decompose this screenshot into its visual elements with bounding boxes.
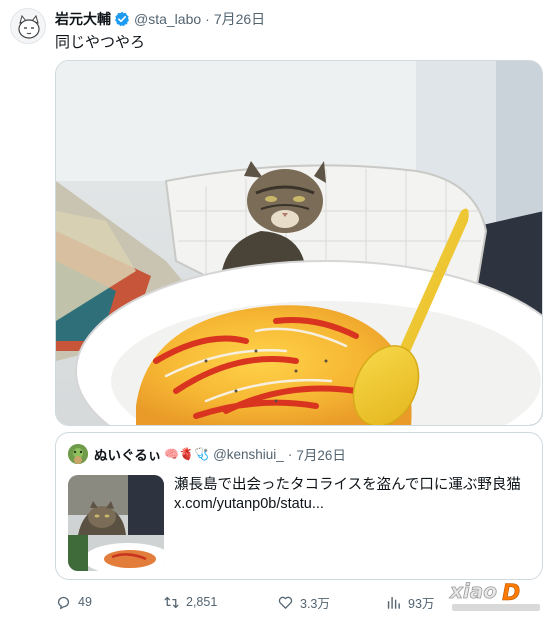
quoted-header-separator: · — [287, 446, 293, 462]
repost-count: 2,851 — [186, 595, 218, 609]
repost-button[interactable]: 2,851 — [163, 594, 217, 611]
quoted-author-emojis: 🧠🫀🩺 — [164, 447, 210, 461]
author-name[interactable]: 岩元大輔 — [55, 9, 111, 29]
quoted-author-name[interactable]: ぬいぐるぃ — [94, 444, 161, 464]
like-button[interactable]: 3.3万 — [277, 593, 330, 612]
reply-icon — [57, 596, 70, 609]
post-photo[interactable] — [55, 60, 543, 426]
site-watermark-logo: xiao D — [446, 576, 546, 614]
views-button[interactable]: 93万 — [385, 593, 434, 612]
post-header: 岩元大輔 @sta_labo · 7月26日 — [55, 9, 265, 29]
repost-icon — [164, 596, 179, 608]
quoted-post-date[interactable]: 7月26日 — [296, 444, 346, 464]
views-chart-icon — [387, 596, 400, 609]
svg-text:D: D — [502, 581, 520, 606]
author-avatar[interactable] — [10, 8, 46, 44]
quoted-author-avatar[interactable] — [68, 444, 88, 464]
svg-text:xiao: xiao — [449, 579, 497, 603]
heart-icon — [278, 596, 293, 609]
quoted-author-handle[interactable]: @kenshiui_ — [213, 447, 284, 462]
post-date[interactable]: 7月26日 — [214, 9, 265, 29]
quoted-post-link[interactable]: x.com/yutanp0b/statu... — [174, 496, 324, 512]
reply-count: 49 — [78, 595, 92, 609]
like-count: 3.3万 — [300, 596, 330, 611]
tweet: 岩元大輔 @sta_labo · 7月26日 同じやつやろ ぬいぐるぃ 🧠🫀🩺 … — [0, 0, 550, 618]
author-handle[interactable]: @sta_labo — [134, 11, 201, 27]
post-text: 同じやつやろ — [55, 34, 146, 51]
quoted-post-text: 瀬長島で出会ったタコライスを盗んで口に運ぶ野良猫 — [174, 477, 521, 493]
view-count: 93万 — [408, 596, 435, 611]
quoted-post[interactable]: ぬいぐるぃ 🧠🫀🩺 @kenshiui_ · 7月26日 瀬長島で出会ったタコラ… — [55, 432, 543, 580]
quoted-post-thumbnail[interactable] — [68, 475, 164, 571]
header-separator: · — [205, 11, 210, 27]
quoted-post-header: ぬいぐるぃ 🧠🫀🩺 @kenshiui_ · 7月26日 — [94, 444, 346, 464]
reply-button[interactable]: 49 — [55, 594, 92, 611]
verified-badge-icon — [114, 11, 130, 27]
